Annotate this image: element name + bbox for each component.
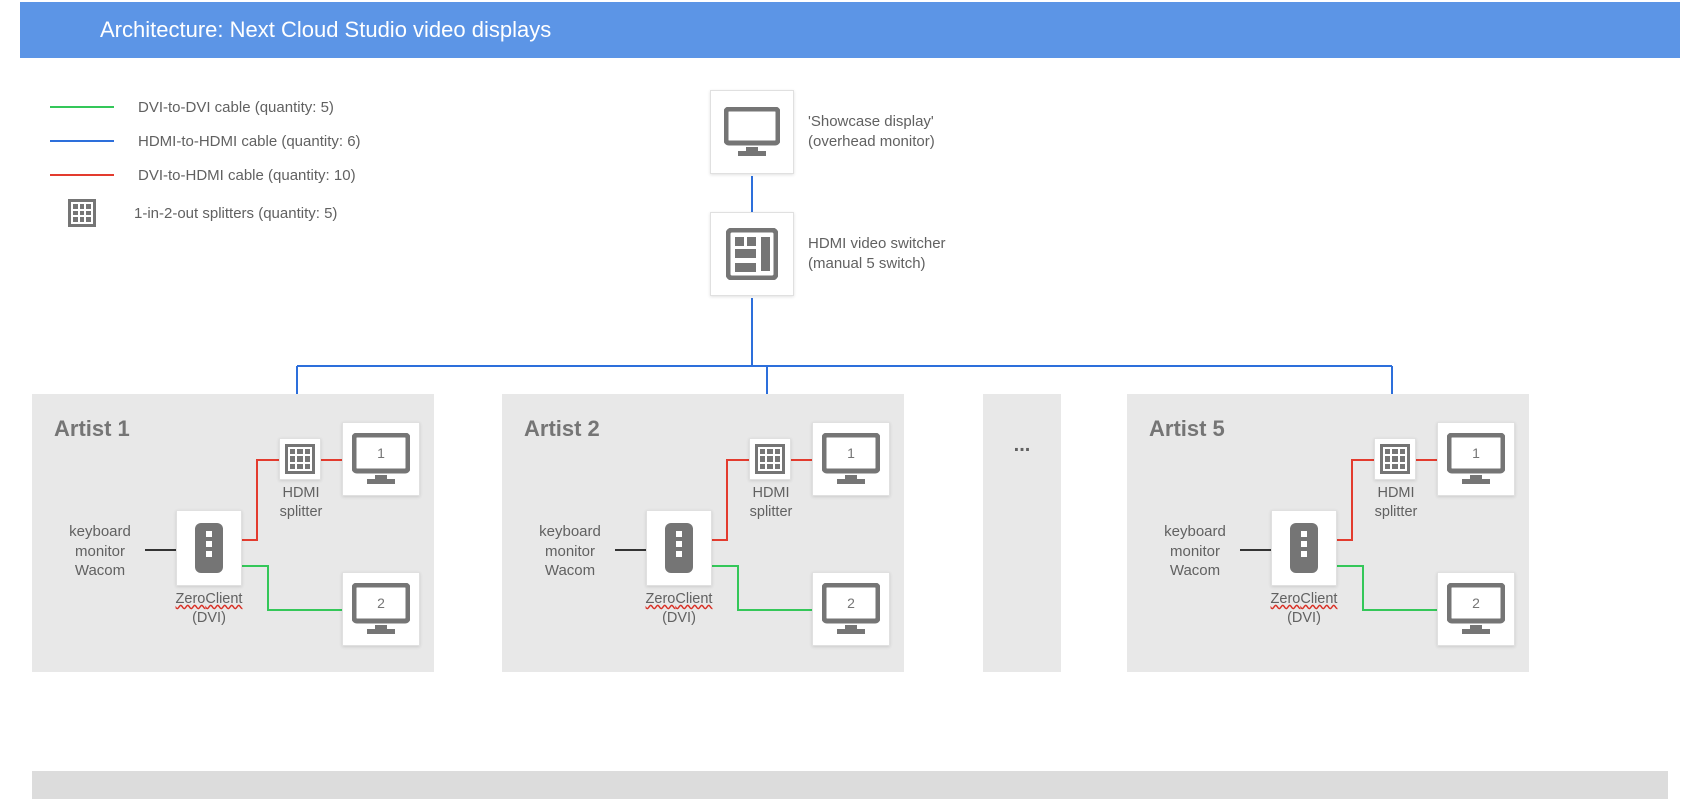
monitor-icon: 2 bbox=[1447, 583, 1505, 635]
node-hdmi-switcher bbox=[710, 212, 794, 296]
artist-panel: Artist 1 keyboard monitor Wacom bbox=[32, 394, 434, 672]
artist-title: Artist 1 bbox=[54, 416, 130, 442]
title-bar: Architecture: Next Cloud Studio video di… bbox=[20, 2, 1680, 58]
label-line: (overhead monitor) bbox=[808, 132, 935, 152]
label-line: (DVI) bbox=[168, 609, 250, 628]
node-monitor-1: 1 bbox=[1437, 422, 1515, 496]
node-monitor-2: 2 bbox=[812, 572, 890, 646]
legend-line-red bbox=[50, 174, 114, 176]
zeroclient-icon bbox=[1288, 521, 1320, 575]
zeroclient-line1: ZeroClient bbox=[168, 590, 250, 609]
node-zeroclient bbox=[1271, 510, 1337, 586]
label-line: Wacom bbox=[527, 561, 613, 581]
label-splitter: HDMI splitter bbox=[1371, 484, 1421, 522]
footer-bar bbox=[32, 771, 1668, 799]
label-switcher: HDMI video switcher (manual 5 switch) bbox=[808, 234, 946, 273]
legend: DVI-to-DVI cable (quantity: 5) HDMI-to-H… bbox=[50, 90, 361, 230]
node-monitor-2: 2 bbox=[342, 572, 420, 646]
legend-row-hdmi-hdmi: HDMI-to-HDMI cable (quantity: 6) bbox=[50, 124, 361, 158]
switcher-icon bbox=[726, 228, 778, 280]
monitor-icon: 2 bbox=[822, 583, 880, 635]
label-line: splitter bbox=[276, 503, 326, 522]
zeroclient-line1: ZeroClient bbox=[638, 590, 720, 609]
label-line: HDMI bbox=[746, 484, 796, 503]
label-line: Wacom bbox=[1152, 561, 1238, 581]
label-splitter: HDMI splitter bbox=[276, 484, 326, 522]
legend-line-green bbox=[50, 106, 114, 108]
label-kbd-monitor-wacom: keyboard monitor Wacom bbox=[527, 522, 613, 581]
monitor-icon: 1 bbox=[352, 433, 410, 485]
label-line: keyboard bbox=[527, 522, 613, 542]
node-zeroclient bbox=[176, 510, 242, 586]
label-line: monitor bbox=[527, 542, 613, 562]
node-zeroclient bbox=[646, 510, 712, 586]
label-line: splitter bbox=[746, 503, 796, 522]
node-hdmi-splitter bbox=[1374, 438, 1416, 480]
label-line: splitter bbox=[1371, 503, 1421, 522]
zeroclient-icon bbox=[193, 521, 225, 575]
svg-text:2: 2 bbox=[377, 595, 385, 611]
svg-text:1: 1 bbox=[1472, 445, 1480, 461]
monitor-icon bbox=[724, 107, 780, 157]
label-line: keyboard bbox=[1152, 522, 1238, 542]
label-line: (manual 5 switch) bbox=[808, 254, 946, 274]
ellipsis-panel: ... bbox=[983, 394, 1061, 672]
legend-row-dvi-hdmi: DVI-to-HDMI cable (quantity: 10) bbox=[50, 158, 361, 192]
zeroclient-line1: ZeroClient bbox=[1263, 590, 1345, 609]
label-showcase: 'Showcase display' (overhead monitor) bbox=[808, 112, 935, 151]
svg-text:1: 1 bbox=[377, 445, 385, 461]
ellipsis-text: ... bbox=[1014, 434, 1031, 672]
label-line: HDMI bbox=[1371, 484, 1421, 503]
artist-title: Artist 2 bbox=[524, 416, 600, 442]
legend-row-splitter: 1-in-2-out splitters (quantity: 5) bbox=[50, 196, 361, 230]
label-line: keyboard bbox=[57, 522, 143, 542]
label-zeroclient: ZeroClient (DVI) bbox=[168, 590, 250, 628]
node-hdmi-splitter bbox=[279, 438, 321, 480]
label-line: (DVI) bbox=[1263, 609, 1345, 628]
monitor-icon: 2 bbox=[352, 583, 410, 635]
node-showcase-display bbox=[710, 90, 794, 174]
label-zeroclient: ZeroClient (DVI) bbox=[638, 590, 720, 628]
svg-text:2: 2 bbox=[847, 595, 855, 611]
node-monitor-1: 1 bbox=[342, 422, 420, 496]
label-zeroclient: ZeroClient (DVI) bbox=[1263, 590, 1345, 628]
monitor-icon: 1 bbox=[822, 433, 880, 485]
label-line: monitor bbox=[57, 542, 143, 562]
legend-text: 1-in-2-out splitters (quantity: 5) bbox=[134, 205, 337, 222]
splitter-icon bbox=[1380, 444, 1410, 474]
label-line: monitor bbox=[1152, 542, 1238, 562]
svg-text:1: 1 bbox=[847, 445, 855, 461]
diagram-canvas: Architecture: Next Cloud Studio video di… bbox=[0, 0, 1700, 807]
splitter-icon bbox=[285, 444, 315, 474]
label-splitter: HDMI splitter bbox=[746, 484, 796, 522]
label-kbd-monitor-wacom: keyboard monitor Wacom bbox=[1152, 522, 1238, 581]
artist-title: Artist 5 bbox=[1149, 416, 1225, 442]
label-line: HDMI bbox=[276, 484, 326, 503]
splitter-icon bbox=[68, 199, 96, 227]
node-monitor-2: 2 bbox=[1437, 572, 1515, 646]
legend-line-blue bbox=[50, 140, 114, 142]
label-line: (DVI) bbox=[638, 609, 720, 628]
legend-row-dvi-dvi: DVI-to-DVI cable (quantity: 5) bbox=[50, 90, 361, 124]
svg-text:2: 2 bbox=[1472, 595, 1480, 611]
artist-panel: Artist 5 keyboard monitor Wacom bbox=[1127, 394, 1529, 672]
splitter-icon bbox=[755, 444, 785, 474]
label-line: 'Showcase display' bbox=[808, 112, 935, 132]
label-kbd-monitor-wacom: keyboard monitor Wacom bbox=[57, 522, 143, 581]
legend-text: HDMI-to-HDMI cable (quantity: 6) bbox=[138, 133, 361, 150]
monitor-icon: 1 bbox=[1447, 433, 1505, 485]
artist-panel: Artist 2 keyboard monitor Wacom bbox=[502, 394, 904, 672]
zeroclient-icon bbox=[663, 521, 695, 575]
legend-text: DVI-to-DVI cable (quantity: 5) bbox=[138, 99, 334, 116]
page-title: Architecture: Next Cloud Studio video di… bbox=[100, 17, 551, 43]
label-line: Wacom bbox=[57, 561, 143, 581]
node-hdmi-splitter bbox=[749, 438, 791, 480]
node-monitor-1: 1 bbox=[812, 422, 890, 496]
label-line: HDMI video switcher bbox=[808, 234, 946, 254]
legend-text: DVI-to-HDMI cable (quantity: 10) bbox=[138, 167, 356, 184]
